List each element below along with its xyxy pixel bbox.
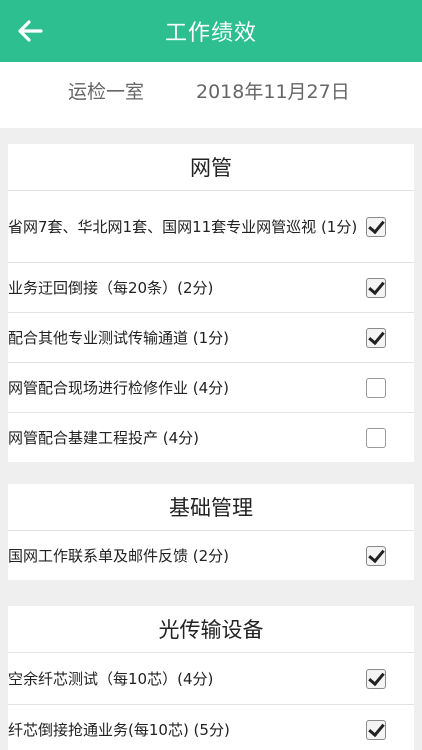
list-item[interactable]: 配合其他专业测试传输通道 (1分): [8, 312, 414, 362]
page-title: 工作绩效: [164, 21, 257, 46]
item-checkbox[interactable]: [366, 377, 386, 398]
date-label: 2018年11月27日: [196, 80, 350, 103]
department-label: 运检一室: [68, 80, 145, 103]
item-label: 网管配合现场进行检修作业 (4分): [8, 378, 230, 397]
section-card-network-management: 网管 省网7套、华北网1套、国网11套专业网管巡视 (1分) 业务迂回倒接（每2…: [8, 144, 414, 462]
item-label: 纤芯倒接抢通业务(每10芯) (5分): [8, 720, 230, 739]
item-label: 国网工作联系单及邮件反馈 (2分): [8, 546, 230, 565]
section-title: 基础管理: [169, 496, 253, 520]
list-item[interactable]: 纤芯倒接抢通业务(每10芯) (5分): [8, 704, 414, 750]
section-card-basic-management: 基础管理 国网工作联系单及邮件反馈 (2分): [8, 484, 414, 580]
list-item[interactable]: 省网7套、华北网1套、国网11套专业网管巡视 (1分): [8, 190, 414, 262]
item-label: 业务迂回倒接（每20条）(2分): [8, 278, 214, 297]
list-item[interactable]: 业务迂回倒接（每20条）(2分): [8, 262, 414, 312]
sub-header: 运检一室 2018年11月27日: [0, 62, 422, 118]
section-title: 光传输设备: [158, 618, 264, 642]
item-checkbox[interactable]: [366, 277, 386, 298]
item-checkbox[interactable]: [366, 719, 386, 740]
item-label: 空余纤芯测试（每10芯）(4分): [8, 669, 214, 688]
app-bar: 工作绩效: [0, 0, 422, 62]
item-checkbox[interactable]: [366, 327, 386, 348]
section-card-optical-transmission: 光传输设备 空余纤芯测试（每10芯）(4分) 纤芯倒接抢通业务(每10芯) (5…: [8, 606, 414, 750]
item-checkbox[interactable]: [366, 427, 386, 448]
list-item[interactable]: 网管配合现场进行检修作业 (4分): [8, 362, 414, 412]
arrow-left-icon: [18, 20, 43, 42]
list-item[interactable]: 国网工作联系单及邮件反馈 (2分): [8, 530, 414, 580]
item-checkbox[interactable]: [366, 545, 386, 566]
list-item[interactable]: 空余纤芯测试（每10芯）(4分): [8, 652, 414, 704]
item-label: 省网7套、华北网1套、国网11套专业网管巡视 (1分): [8, 217, 358, 236]
item-label: 网管配合基建工程投产 (4分): [8, 428, 200, 447]
back-button[interactable]: [12, 13, 48, 49]
item-checkbox[interactable]: [366, 668, 386, 689]
section-title: 网管: [190, 156, 232, 180]
list-item[interactable]: 网管配合基建工程投产 (4分): [8, 412, 414, 462]
performance-list: 网管 省网7套、华北网1套、国网11套专业网管巡视 (1分) 业务迂回倒接（每2…: [0, 128, 422, 750]
item-checkbox[interactable]: [366, 216, 386, 237]
item-label: 配合其他专业测试传输通道 (1分): [8, 328, 230, 347]
